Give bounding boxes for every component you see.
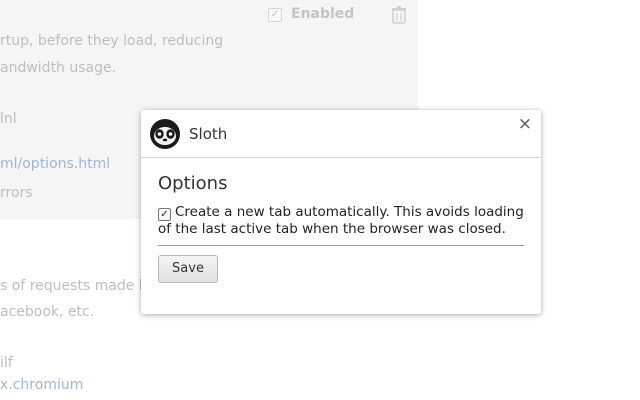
bg-description-line: s of requests made by (0, 278, 156, 294)
bg-link-line[interactable]: x.chromium (0, 377, 83, 393)
dialog-header: Sloth × (141, 110, 541, 158)
bg-description-line: andwidth usage. (0, 60, 117, 76)
enabled-label-background: Enabled (291, 6, 355, 22)
extension-name: Sloth (189, 125, 228, 143)
enabled-checkbox-background[interactable]: ✓ (268, 8, 282, 22)
new-tab-option: ✓ Create a new tab automatically. This av… (158, 204, 528, 238)
bg-options-link[interactable]: ml/options.html (0, 156, 110, 172)
options-heading: Options (158, 173, 228, 194)
new-tab-checkbox[interactable]: ✓ (158, 208, 171, 221)
bg-description-line: acebook, etc. (0, 304, 95, 320)
bg-description-line: rtup, before they load, reducing (0, 33, 224, 49)
bg-id-line: lnl (0, 111, 17, 127)
save-button[interactable]: Save (158, 255, 218, 283)
new-tab-option-label: Create a new tab automatically. This avo… (158, 204, 524, 237)
options-divider (158, 245, 524, 246)
bg-errors-line: rrors (0, 185, 33, 201)
close-icon[interactable]: × (518, 114, 532, 134)
sloth-face-icon (150, 119, 180, 149)
options-dialog: Sloth × Options ✓ Create a new tab automa… (141, 110, 541, 314)
bg-id-line: ilf (0, 355, 13, 371)
trash-icon[interactable] (391, 6, 407, 24)
